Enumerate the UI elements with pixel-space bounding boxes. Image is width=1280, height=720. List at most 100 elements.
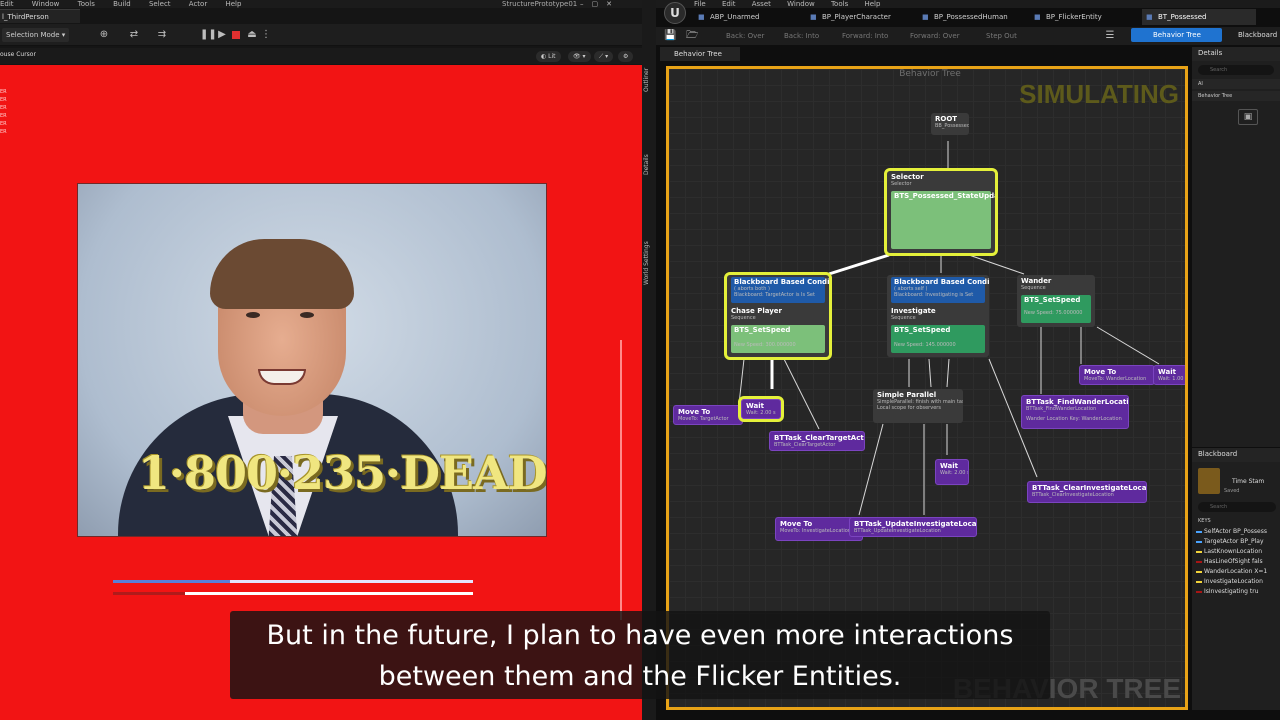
node-subtitle: Wait: 2.00 s [746, 410, 776, 416]
blackboard-asset-icon [1198, 468, 1220, 494]
bt-node-wander[interactable]: Wander Sequence BTS_SetSpeed New Speed: … [1017, 275, 1095, 327]
decorator-bbc-investigating[interactable]: Blackboard Based Condition ( aborts self… [891, 277, 989, 303]
key-name: InvestigateLocation [1204, 578, 1263, 585]
menu-actor[interactable]: Actor [189, 0, 207, 8]
menu-build[interactable]: Build [113, 0, 131, 8]
forward-over-button[interactable]: Forward: Over [910, 30, 960, 42]
menu-edit[interactable]: Edit [722, 0, 736, 8]
cinematics-icon[interactable]: ⇉ [156, 29, 168, 41]
bt-task-move-to-target[interactable]: Move To MoveTo: TargetActor [673, 405, 743, 425]
bb-key-investigate-location[interactable]: InvestigateLocation [1196, 578, 1263, 585]
key-color-swatch [1196, 551, 1202, 553]
level-tab[interactable]: l_ThirdPerson [0, 9, 80, 23]
bb-key-has-line-of-sight[interactable]: HasLineOfSight fals [1196, 558, 1263, 565]
service-state-update[interactable]: BTS_Possessed_StateUpdate [891, 191, 995, 249]
bt-task-wait[interactable]: Wait Wait: 2.00 s [738, 396, 784, 422]
service-title: BTS_SetSpeed [734, 326, 791, 334]
node-title: BTTask_ClearInvestigateLocation [1032, 484, 1147, 492]
menu-file[interactable]: File [694, 0, 706, 8]
back-over-button[interactable]: Back: Over [726, 30, 764, 42]
world-settings-side-tab[interactable]: World Settings [643, 241, 650, 285]
service-detail: New Speed: 145.000000 [894, 342, 956, 348]
lit-label: Lit [548, 53, 556, 60]
snap-button[interactable]: ⟋ ▾ [594, 51, 614, 62]
menu-select[interactable]: Select [149, 0, 171, 8]
lit-view-mode-button[interactable]: ◐ Lit [536, 51, 561, 62]
service-set-speed[interactable]: BTS_SetSpeed New Speed: 145.000000 [891, 325, 985, 353]
menu-help[interactable]: Help [225, 0, 241, 8]
tab-bp-player-character[interactable]: BP_PlayerCharacter [806, 9, 891, 25]
play-icon[interactable]: ▶ [216, 29, 228, 41]
wire [968, 254, 1025, 275]
service-set-speed[interactable]: BTS_SetSpeed New Speed: 75.000000 [1021, 295, 1091, 323]
bt-node-root[interactable]: ROOT BB_Possessed [931, 113, 969, 135]
bt-task-find-wander-location[interactable]: BTTask_FindWanderLocation BTTask_FindWan… [1021, 395, 1129, 429]
tab-bt-possessed[interactable]: BT_Possessed [1142, 9, 1256, 25]
bt-task-update-investigate-location[interactable]: BTTask_UpdateInvestigateLocation BTTask_… [849, 517, 977, 537]
bb-key-target-actor[interactable]: TargetActor BP_Play [1196, 538, 1264, 545]
menu-help[interactable]: Help [864, 0, 880, 8]
bb-key-last-known-location[interactable]: LastKnownLocation [1196, 548, 1262, 555]
bt-task-wait[interactable]: Wait Wait: 1.00 s [1153, 365, 1187, 385]
debug-text: ER [0, 121, 7, 127]
window-controls[interactable]: –▢✕ [580, 0, 620, 8]
back-into-button[interactable]: Back: Into [784, 30, 819, 42]
stop-icon[interactable] [232, 31, 240, 39]
node-subtitle: Wait: 1.00 s [1158, 376, 1187, 382]
more-options-icon[interactable]: ⋮ [260, 29, 272, 41]
blueprints-icon[interactable]: ⇄ [128, 29, 140, 41]
tab-bp-possessed-human[interactable]: BP_PossessedHuman [918, 9, 1008, 25]
bt-task-clear-investigate-location[interactable]: BTTask_ClearInvestigateLocation BTTask_C… [1027, 481, 1147, 503]
show-flags-button[interactable]: 👁 ▾ [568, 51, 591, 62]
blackboard-search-input[interactable]: Search [1198, 502, 1276, 512]
selection-mode-dropdown[interactable]: Selection Mode ▾ [2, 28, 70, 42]
key-name: WanderLocation X=1 [1204, 568, 1268, 575]
details-panel: Details Search AI Behavior Tree ▣ [1192, 47, 1280, 447]
add-actor-icon[interactable]: ⊕ [98, 29, 110, 41]
time-stamp-label: Time Stam [1232, 478, 1265, 485]
graph-tab[interactable]: Behavior Tree [660, 47, 740, 61]
bb-key-wander-location[interactable]: WanderLocation X=1 [1196, 568, 1268, 575]
wire [783, 358, 820, 430]
menu-window[interactable]: Window [787, 0, 815, 8]
forward-into-button[interactable]: Forward: Into [842, 30, 888, 42]
decorator-detail: Blackboard: Investigating is Set [894, 292, 974, 298]
blackboard-mode-button[interactable]: Blackboard [1226, 28, 1277, 42]
viewport-line [620, 340, 622, 620]
blackboard-title: Blackboard [1192, 448, 1280, 462]
menu-list-icon[interactable]: ☰ [1104, 30, 1116, 42]
step-out-button[interactable]: Step Out [986, 30, 1017, 42]
save-icon[interactable]: 💾 [664, 30, 676, 42]
bt-task-clear-target-actor[interactable]: BTTask_ClearTargetActor BTTask_ClearTarg… [769, 431, 865, 451]
tab-bp-flicker-entity[interactable]: BP_FlickerEntity [1030, 9, 1102, 25]
behavior-tree-mode-button[interactable]: Behavior Tree [1131, 28, 1222, 42]
tab-abp-unarmed[interactable]: ABP_Unarmed [694, 9, 760, 25]
pause-icon[interactable]: ❚❚ [200, 29, 217, 41]
asset-thumbnail-icon[interactable]: ▣ [1238, 109, 1258, 125]
bt-node-simple-parallel[interactable]: Simple Parallel SimpleParallel: finish w… [873, 389, 963, 423]
menu-tools[interactable]: Tools [78, 0, 95, 8]
browse-icon[interactable]: 🗁 [686, 30, 698, 42]
menu-edit[interactable]: Edit [0, 0, 14, 8]
menu-tools[interactable]: Tools [831, 0, 848, 8]
bt-task-move-to-wander[interactable]: Move To MoveTo: WanderLocation [1079, 365, 1155, 385]
menu-window[interactable]: Window [32, 0, 60, 8]
details-search-input[interactable]: Search [1198, 65, 1274, 75]
viewport-settings-icon[interactable]: ⚙ [618, 51, 634, 62]
details-section-ai[interactable]: AI [1192, 79, 1280, 89]
outliner-side-tab[interactable]: Outliner [643, 68, 650, 92]
bt-node-selector[interactable]: Selector Selector BTS_Possessed_StateUpd… [884, 168, 998, 256]
bt-node-investigate[interactable]: Blackboard Based Condition ( aborts self… [887, 275, 989, 357]
node-title: BTTask_UpdateInvestigateLocation [854, 520, 977, 528]
details-side-tab[interactable]: Details [643, 154, 650, 175]
decorator-bbc-target[interactable]: Blackboard Based Condition ( aborts both… [731, 277, 829, 303]
node-subtitle: BTTask_UpdateInvestigateLocation [854, 528, 941, 534]
details-section-behavior-tree[interactable]: Behavior Tree [1192, 91, 1280, 101]
service-set-speed[interactable]: BTS_SetSpeed New Speed: 300.000000 [731, 325, 825, 353]
bt-node-chase-player[interactable]: Blackboard Based Condition ( aborts both… [724, 272, 832, 360]
bb-key-self-actor[interactable]: SelfActor BP_Possess [1196, 528, 1267, 535]
bb-key-is-investigating[interactable]: IsInvestigating tru [1196, 588, 1259, 595]
bt-task-wait[interactable]: Wait Wait: 2.00 s [935, 459, 969, 485]
eject-icon[interactable]: ⏏ [246, 29, 258, 41]
menu-asset[interactable]: Asset [752, 0, 771, 8]
